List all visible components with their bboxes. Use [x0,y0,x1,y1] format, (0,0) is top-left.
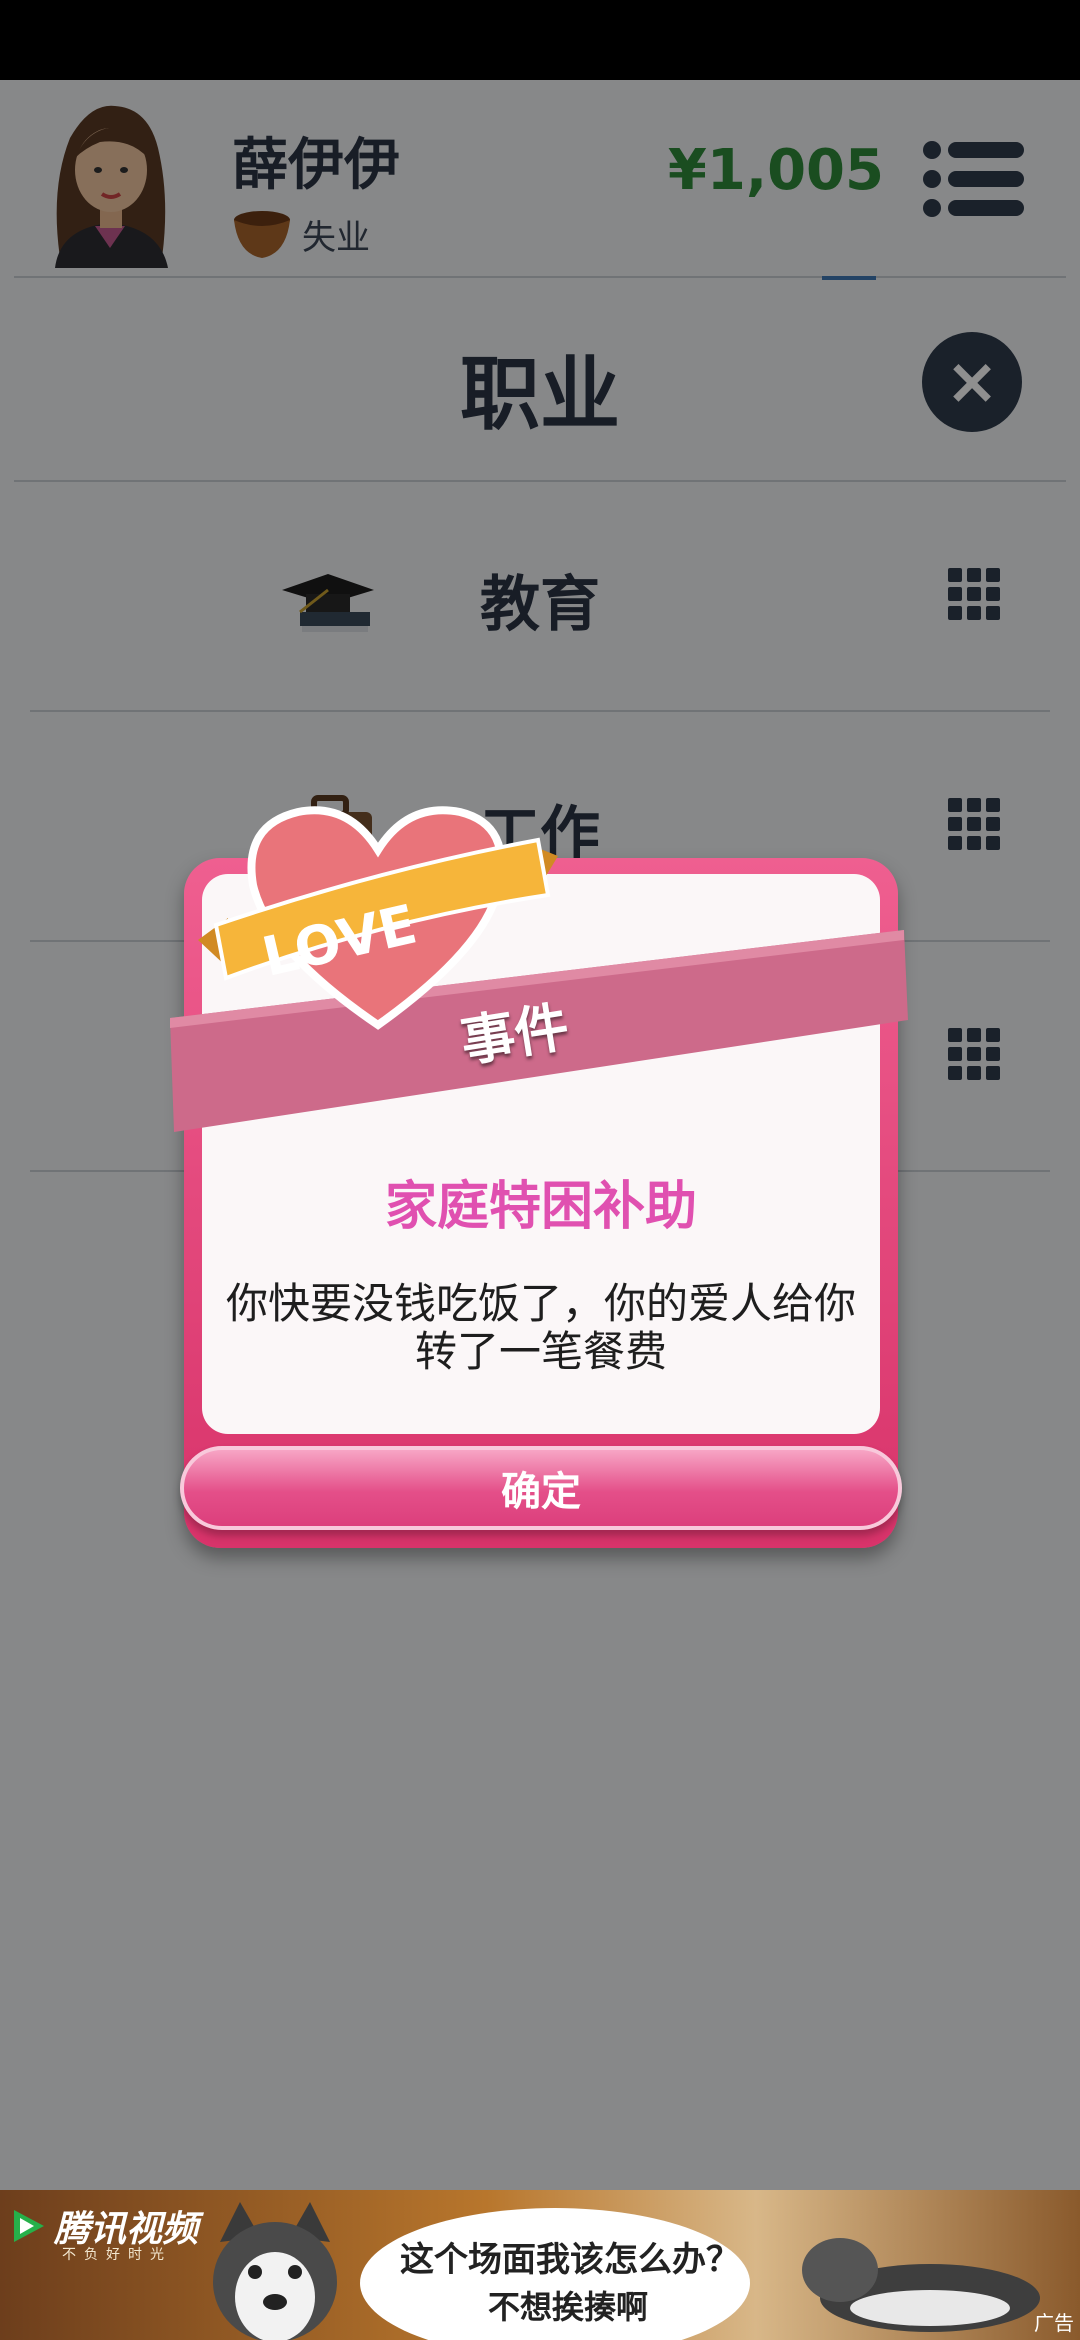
ribbon-label: 事件 [456,994,574,1074]
event-description: 你快要没钱吃饭了，你的爱人给你转了一笔餐费 [225,1279,856,1376]
status-bar [0,0,1080,80]
ad-banner[interactable]: 腾讯视频 不负好时光 这个场面我该怎么办？ 不想挨揍啊 广告 [0,2190,1080,2340]
confirm-label: 确定 [501,1469,581,1515]
husky-lying-image [802,2238,1040,2332]
ad-slogan: 不负好时光 [62,2247,172,2263]
husky-image [213,2202,337,2340]
ad-tag[interactable]: 广告 [1034,2307,1074,2336]
ad-caption-line1: 这个场面我该怎么办？ [400,2240,740,2280]
play-icon [14,2210,44,2242]
ad-caption-line2: 不想挨揍啊 [488,2288,649,2326]
event-title: 家庭特困补助 [384,1177,697,1237]
confirm-button[interactable]: 确定 [180,1446,902,1530]
